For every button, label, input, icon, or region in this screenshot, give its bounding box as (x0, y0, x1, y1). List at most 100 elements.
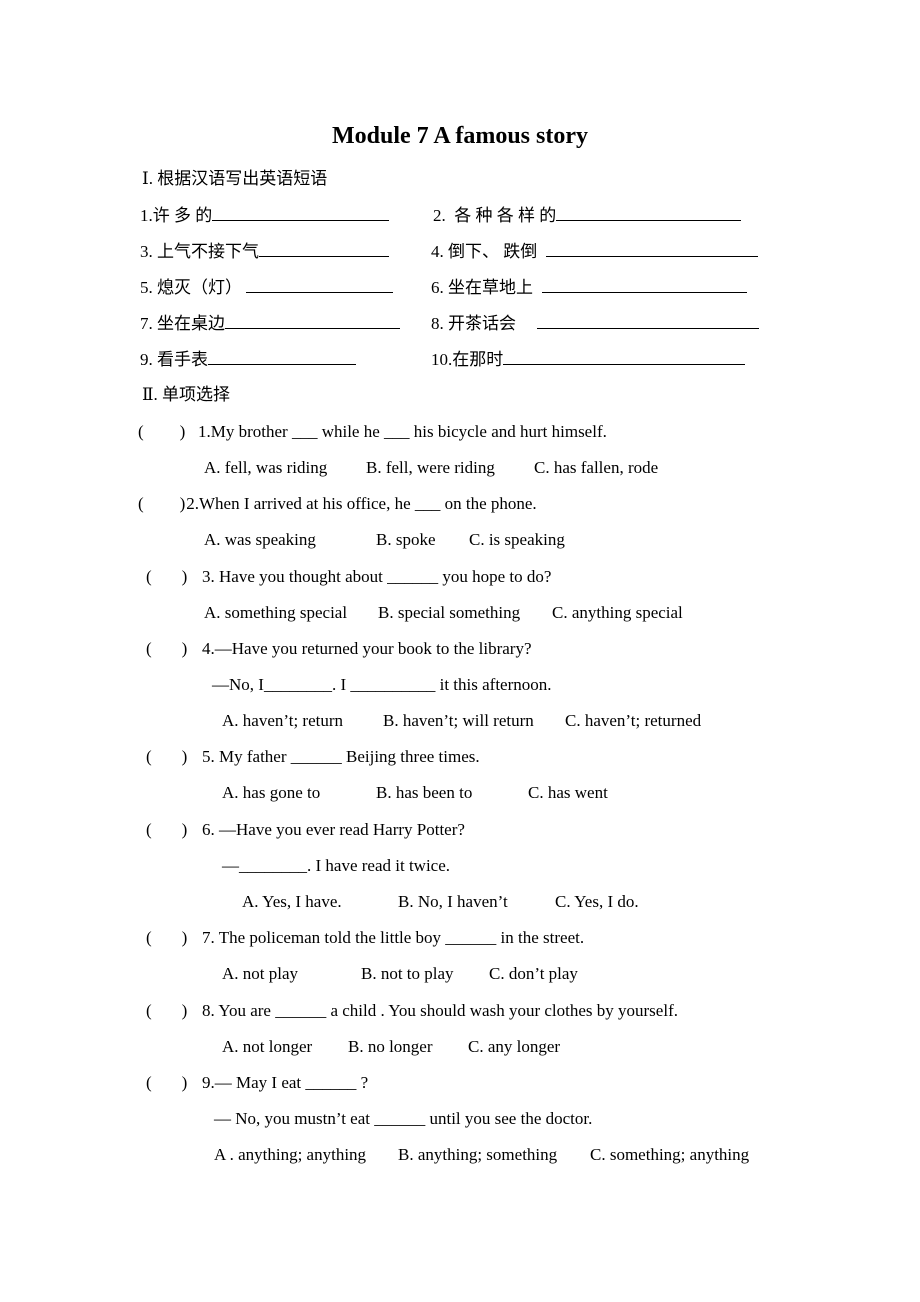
option-c: C. haven’t; returned (565, 711, 702, 730)
option-a: A. was speaking (204, 530, 316, 549)
phrase-item-6: 6. 坐在草地上 (431, 276, 747, 299)
item-number: 2. (433, 206, 446, 225)
option-b: B. spoke (376, 530, 436, 549)
option-b: B. anything; something (398, 1145, 558, 1164)
answer-blank[interactable] (225, 312, 400, 329)
answer-paren[interactable]: () (146, 566, 202, 588)
question-stem: 7. The policeman told the little boy ___… (202, 928, 585, 947)
question-1: () 1.My brother ___ while he ___ his bicy… (138, 421, 607, 443)
answer-blank[interactable] (541, 276, 747, 293)
item-number: 4. (431, 242, 444, 261)
item-prompt: 看手表 (157, 350, 208, 369)
item-prompt: 开茶话会 (448, 314, 516, 333)
question-7: () 7. The policeman told the little boy _… (146, 927, 584, 949)
item-number: 3. (140, 242, 153, 261)
option-b: B. No, I haven’t (398, 892, 508, 911)
option-a: A. not longer (222, 1037, 313, 1056)
item-number: 8. (431, 314, 444, 333)
answer-blank[interactable] (545, 240, 758, 257)
option-a: A . anything; anything (214, 1145, 367, 1164)
answer-blank[interactable] (556, 204, 742, 221)
question-stem-reply: —No, I________. I __________ it this aft… (212, 675, 552, 694)
option-b: B. fell, were riding (366, 458, 495, 477)
question-5: () 5. My father ______ Beijing three time… (146, 746, 480, 768)
item-number: 1. (140, 206, 153, 225)
phrase-item-2: 2. 各 种 各 样 的 (433, 204, 742, 227)
answer-paren[interactable]: () (146, 638, 202, 660)
item-number: 9. (140, 350, 153, 369)
option-c: C. don’t play (489, 964, 578, 983)
answer-paren[interactable]: () (146, 746, 202, 768)
item-prompt: 倒下、 跌倒 (448, 242, 538, 261)
option-a: A. fell, was riding (204, 458, 328, 477)
option-b: B. has been to (376, 783, 473, 802)
answer-paren[interactable]: () (138, 421, 198, 443)
question-3: () 3. Have you thought about ______ you h… (146, 566, 551, 588)
option-b: B. special something (378, 603, 521, 622)
question-4: () 4.—Have you returned your book to the … (146, 638, 532, 660)
item-number: 10. (431, 350, 453, 369)
question-2: () 2.When I arrived at his office, he __… (138, 493, 537, 515)
question-stem: 6. —Have you ever read Harry Potter? (202, 820, 465, 839)
item-prompt: 上气不接下气 (157, 242, 259, 261)
option-c: C. any longer (468, 1037, 561, 1056)
answer-paren[interactable]: () (138, 493, 185, 515)
item-prompt: 在那时 (452, 350, 504, 369)
item-prompt: 坐在桌边 (157, 314, 225, 333)
page-title: Module 7 A famous story (331, 123, 588, 149)
option-a: A. something special (204, 603, 348, 622)
question-stem-reply: —________. I have read it twice. (222, 856, 451, 875)
question-stem: 1.My brother ___ while he ___ his bicycl… (198, 422, 607, 441)
question-stem: 8. You are ______ a child . You should w… (202, 1001, 678, 1020)
question-8: () 8. You are ______ a child . You should… (146, 1000, 678, 1022)
section-1-heading: Ⅰ. 根据汉语写出英语短语 (142, 169, 328, 188)
question-stem: 3. Have you thought about ______ you hop… (202, 567, 552, 586)
item-prompt: 坐在草地上 (448, 278, 533, 297)
phrase-item-3: 3. 上气不接下气 (140, 240, 389, 263)
option-c: C. has went (528, 783, 608, 802)
item-number: 6. (431, 278, 444, 297)
question-stem: 2.When I arrived at his office, he ___ o… (186, 494, 537, 513)
question-9: () 9.— May I eat ______ ? (146, 1072, 368, 1094)
option-a: A. has gone to (222, 783, 321, 802)
question-stem: 5. My father ______ Beijing three times. (202, 747, 480, 766)
option-c: C. is speaking (469, 530, 565, 549)
question-stem-reply: — No, you mustn’t eat ______ until you s… (214, 1109, 593, 1128)
question-stem: 9.— May I eat ______ ? (202, 1073, 369, 1092)
option-a: A. haven’t; return (222, 711, 344, 730)
phrase-item-8: 8. 开茶话会 (431, 312, 760, 335)
option-c: C. has fallen, rode (534, 458, 659, 477)
answer-paren[interactable]: () (146, 819, 202, 841)
answer-paren[interactable]: () (146, 1072, 202, 1094)
option-a: A. not play (222, 964, 299, 983)
option-b: B. not to play (361, 964, 454, 983)
item-prompt: 熄灭（灯） (157, 278, 242, 297)
phrase-item-1: 1.许 多 的 (140, 204, 390, 227)
answer-blank[interactable] (208, 348, 356, 365)
question-6: () 6. —Have you ever read Harry Potter? (146, 819, 465, 841)
item-number: 5. (140, 278, 153, 297)
answer-blank[interactable] (212, 204, 390, 221)
item-prompt: 许 多 的 (152, 206, 213, 225)
answer-paren[interactable]: () (146, 927, 202, 949)
section-2-heading: Ⅱ. 单项选择 (142, 385, 231, 404)
answer-blank[interactable] (259, 240, 389, 257)
answer-blank[interactable] (503, 348, 746, 365)
item-number: 7. (140, 314, 153, 333)
answer-blank[interactable] (246, 276, 394, 293)
option-c: C. anything special (552, 603, 683, 622)
option-b: B. haven’t; will return (383, 711, 534, 730)
option-a: A. Yes, I have. (242, 892, 342, 911)
answer-blank[interactable] (537, 312, 760, 329)
question-stem: 4.—Have you returned your book to the li… (202, 639, 532, 658)
option-c: C. Yes, I do. (555, 892, 639, 911)
phrase-item-4: 4. 倒下、 跌倒 (431, 240, 758, 263)
phrase-item-5: 5. 熄灭（灯） (140, 276, 394, 299)
phrase-item-9: 9. 看手表 (140, 348, 356, 371)
phrase-item-7: 7. 坐在桌边 (140, 312, 400, 335)
worksheet-page: Module 7 A famous story Ⅰ. 根据汉语写出英语短语 1.… (0, 0, 920, 1302)
answer-paren[interactable]: () (146, 1000, 202, 1022)
phrase-item-10: 10.在那时 (431, 348, 746, 371)
option-c: C. something; anything (590, 1145, 750, 1164)
option-b: B. no longer (348, 1037, 433, 1056)
